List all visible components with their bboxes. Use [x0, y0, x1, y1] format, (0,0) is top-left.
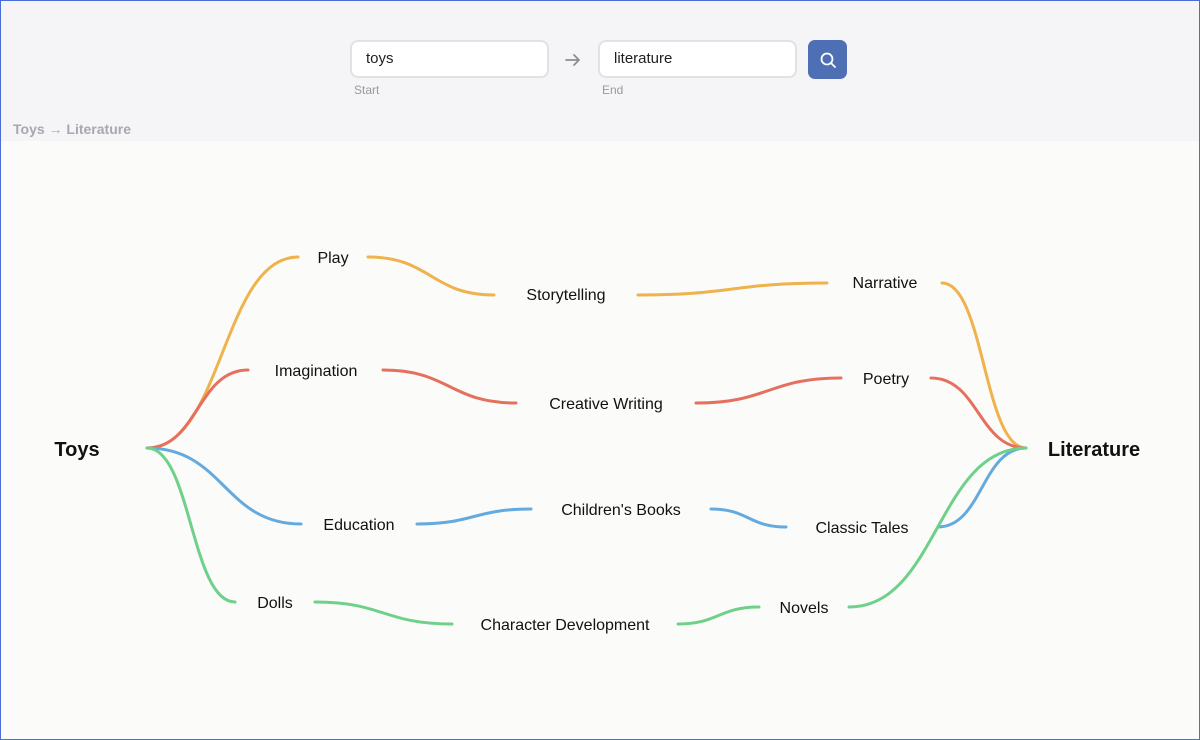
edge-storytelling-narrative: [636, 281, 829, 297]
node-imagination[interactable]: Imagination: [275, 363, 358, 380]
node-childrens-books[interactable]: Children's Books: [561, 502, 681, 519]
node-literature[interactable]: Literature: [1048, 439, 1140, 461]
node-novels[interactable]: Novels: [780, 600, 829, 617]
edge-classic-tales-literature: [936, 446, 1028, 529]
node-creative-writing[interactable]: Creative Writing: [549, 396, 663, 413]
node-education[interactable]: Education: [323, 517, 394, 534]
edge-toys-education: [145, 446, 303, 526]
node-narrative[interactable]: Narrative: [853, 275, 918, 292]
edge-toys-dolls: [145, 446, 237, 604]
app-window: toys Start literature End Toys → Literat…: [0, 0, 1200, 740]
edge-dolls-character-development: [313, 600, 454, 626]
edge-childrens-books-classic-tales: [709, 507, 788, 529]
edge-character-development-novels: [676, 605, 761, 626]
edge-toys-imagination: [145, 368, 250, 450]
node-character-development[interactable]: Character Development: [481, 617, 651, 634]
edge-creative-writing-poetry: [694, 376, 843, 405]
edge-education-childrens-books: [415, 507, 533, 526]
edge-toys-play: [145, 255, 300, 450]
node-play[interactable]: Play: [317, 250, 348, 267]
node-classic-tales[interactable]: Classic Tales: [815, 520, 908, 537]
node-poetry[interactable]: Poetry: [863, 371, 909, 388]
edge-imagination-creative-writing: [381, 368, 518, 405]
edge-poetry-literature: [929, 376, 1028, 450]
edge-play-storytelling: [366, 255, 496, 297]
node-storytelling[interactable]: Storytelling: [526, 287, 605, 304]
path-graph: Toys Literature Play Storytelling Narrat…: [54, 250, 1140, 634]
node-dolls[interactable]: Dolls: [257, 595, 293, 612]
node-toys[interactable]: Toys: [54, 439, 99, 461]
